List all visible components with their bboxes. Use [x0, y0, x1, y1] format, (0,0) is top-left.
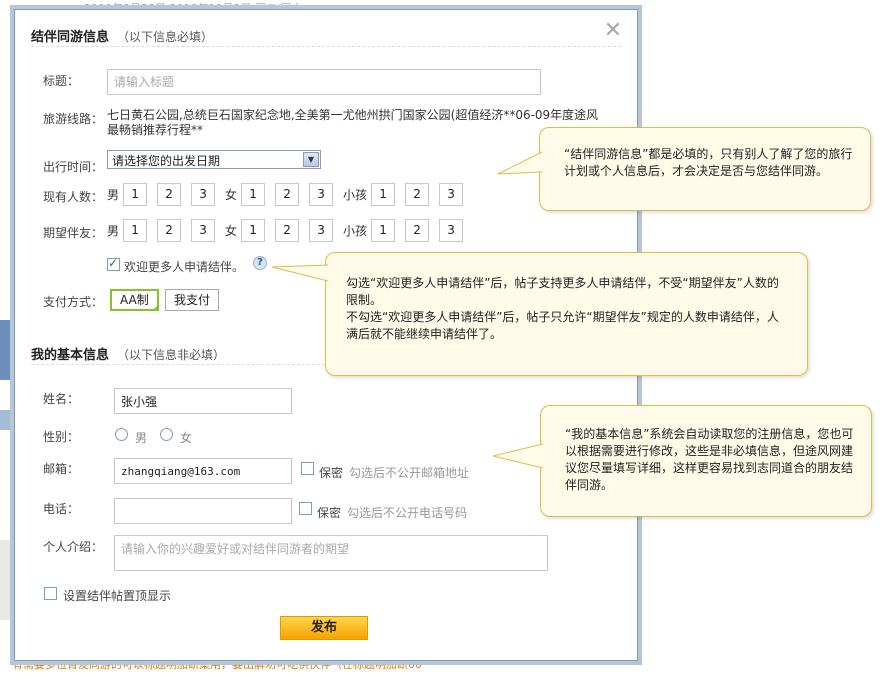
- group-male-label: 男: [107, 188, 120, 202]
- callout-pointer: [271, 264, 329, 282]
- email-secret-label: 保密: [319, 466, 344, 480]
- departure-selected-value: 请选择您的出发日期: [112, 154, 221, 168]
- section-basic-info-title: 我的基本信息 （以下信息非必填）: [31, 344, 225, 363]
- expected-child-2[interactable]: 2: [405, 219, 430, 242]
- current-people-label: 现有人数：: [43, 190, 104, 204]
- group-child-label: 小孩: [343, 224, 368, 238]
- group-female-label: 女: [225, 188, 238, 202]
- callout-text: “我的基本信息”系统会自动读取您的注册信息，您也可以根据需要进行修改，这些是非必…: [565, 427, 854, 492]
- section-title: 结伴同游信息: [31, 30, 110, 45]
- current-female-1[interactable]: 1: [241, 183, 266, 206]
- pin-top-label: 设置结伴帖置顶显示: [63, 589, 172, 603]
- group-child-label: 小孩: [343, 188, 368, 202]
- gender-label: 性别：: [43, 430, 80, 444]
- expected-male-1[interactable]: 1: [123, 219, 148, 242]
- current-male-1[interactable]: 1: [123, 183, 148, 206]
- gender-female-radio[interactable]: [160, 428, 173, 441]
- phone-secret-checkbox[interactable]: [299, 502, 312, 515]
- phone-label: 电话：: [43, 502, 80, 516]
- departure-label: 出行时间：: [43, 160, 104, 174]
- current-child-2[interactable]: 2: [405, 183, 430, 206]
- payment-aa-button[interactable]: AA制: [110, 289, 159, 311]
- phone-secret-label: 保密: [317, 506, 342, 520]
- callout-pointer: [497, 151, 543, 175]
- group-male-label: 男: [107, 224, 120, 238]
- expected-people-row: 男 1 2 3 女 1 2 3 小孩 1 2 3: [107, 219, 473, 242]
- phone-input[interactable]: [114, 498, 292, 524]
- email-input[interactable]: [114, 458, 292, 484]
- callout-text: “结伴同游信息”都是必填的，只有别人了解了您的旅行计划或个人信息后，才会决定是否…: [564, 147, 853, 178]
- intro-label: 个人介绍：: [43, 540, 104, 554]
- callout-travel-info: “结伴同游信息”都是必填的，只有别人了解了您的旅行计划或个人信息后，才会决定是否…: [497, 127, 871, 211]
- current-child-3[interactable]: 3: [439, 183, 464, 206]
- route-value: 七日黄石公园,总统巨石国家纪念地,全美第一尤他州拱门国家公园(超值经济**06-…: [107, 108, 599, 137]
- gender-male-label: 男: [135, 431, 148, 445]
- current-female-3[interactable]: 3: [309, 183, 334, 206]
- name-label: 姓名：: [43, 392, 80, 406]
- section-note: （以下信息必填）: [117, 30, 214, 44]
- group-female-label: 女: [225, 224, 238, 238]
- publish-button[interactable]: 发布: [280, 616, 368, 640]
- welcome-more-label: 欢迎更多人申请结伴。: [124, 260, 245, 274]
- section-note: （以下信息非必填）: [117, 348, 226, 362]
- chevron-down-icon: ▼: [303, 152, 319, 167]
- expected-child-3[interactable]: 3: [439, 219, 464, 242]
- gender-female-label: 女: [180, 431, 193, 445]
- intro-textarea[interactable]: [114, 535, 548, 571]
- current-people-row: 男 1 2 3 女 1 2 3 小孩 1 2 3: [107, 183, 473, 206]
- section-divider: [31, 46, 621, 47]
- current-male-2[interactable]: 2: [157, 183, 182, 206]
- current-male-3[interactable]: 3: [191, 183, 216, 206]
- expected-male-2[interactable]: 2: [157, 219, 182, 242]
- callout-pointer: [492, 443, 544, 469]
- callout-text-unchecked: 不勾选“欢迎更多人申请结伴”后，帖子只允许“期望伴友”规定的人数申请结伴，人满后…: [346, 310, 779, 341]
- expected-female-2[interactable]: 2: [275, 219, 300, 242]
- pin-top-checkbox[interactable]: [44, 587, 57, 600]
- welcome-more-checkbox[interactable]: [107, 256, 120, 271]
- name-input[interactable]: [114, 388, 292, 414]
- expected-male-3[interactable]: 3: [191, 219, 216, 242]
- email-secret-checkbox[interactable]: [301, 462, 314, 475]
- current-child-1[interactable]: 1: [371, 183, 396, 206]
- close-icon[interactable]: ✕: [603, 20, 623, 42]
- expected-people-label: 期望伴友：: [43, 226, 104, 240]
- gender-male-radio[interactable]: [115, 428, 128, 441]
- expected-child-1[interactable]: 1: [371, 219, 396, 242]
- title-label: 标题：: [43, 74, 80, 88]
- payment-self-button[interactable]: 我支付: [165, 289, 220, 311]
- payment-label: 支付方式：: [43, 295, 104, 309]
- email-hint: 勾选后不公开邮箱地址: [349, 466, 470, 480]
- expected-female-1[interactable]: 1: [241, 219, 266, 242]
- callout-text-checked: 勾选“欢迎更多人申请结伴”后，帖子支持更多人申请结伴，不受“期望伴友”人数的限制…: [346, 276, 779, 307]
- route-label: 旅游线路：: [43, 112, 104, 126]
- email-label: 邮箱：: [43, 462, 80, 476]
- departure-date-select[interactable]: 请选择您的出发日期 ▼: [107, 150, 321, 169]
- callout-welcome-more: 勾选“欢迎更多人申请结伴”后，帖子支持更多人申请结伴，不受“期望伴友”人数的限制…: [271, 252, 808, 376]
- title-input[interactable]: [107, 69, 541, 95]
- expected-female-3[interactable]: 3: [309, 219, 334, 242]
- callout-basic-info: “我的基本信息”系统会自动读取您的注册信息，您也可以根据需要进行修改，这些是非必…: [492, 405, 872, 517]
- section-title: 我的基本信息: [31, 348, 110, 363]
- help-icon[interactable]: ?: [253, 256, 267, 270]
- phone-hint: 勾选后不公开电话号码: [347, 506, 468, 520]
- current-female-2[interactable]: 2: [275, 183, 300, 206]
- section-travel-info-title: 结伴同游信息 （以下信息必填）: [31, 26, 213, 45]
